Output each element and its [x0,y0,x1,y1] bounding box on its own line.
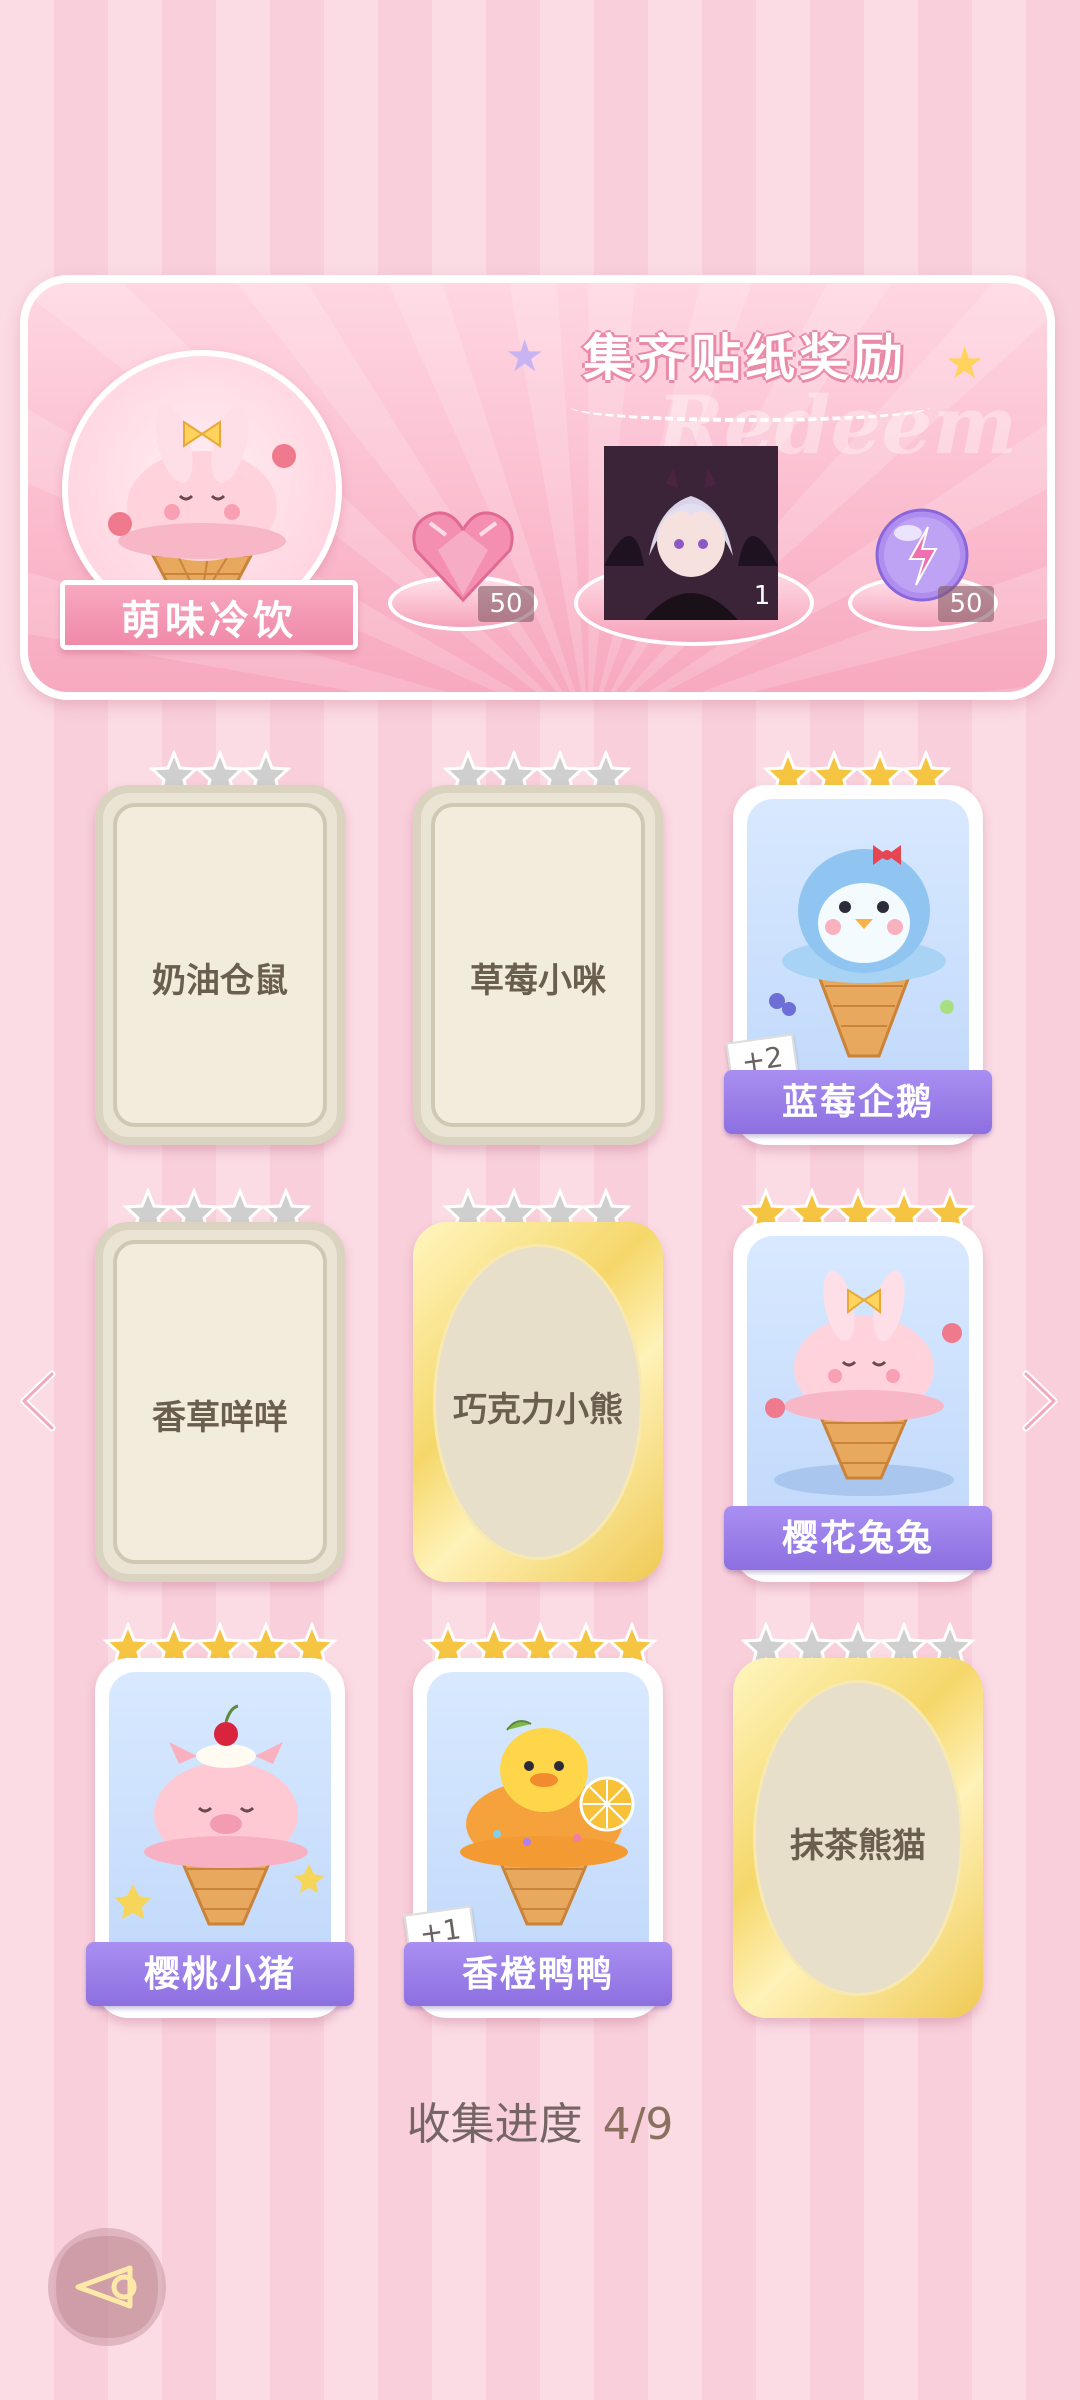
progress-value: 4/9 [602,2099,674,2150]
star-decoration-icon: ★ [945,338,985,389]
reward-count: 1 [753,581,771,611]
reward-count: 50 [478,586,534,622]
star-decoration-icon: ★ [505,331,545,382]
sticker-card-locked[interactable]: 香草咩咩 [95,1222,345,1582]
card-name-ribbon: 樱桃小猪 [86,1942,354,2006]
card-name-ribbon: 香橙鸭鸭 [404,1942,672,2006]
collection-progress: 收集进度 4/9 [0,2088,1080,2152]
chevron-left-icon[interactable] [16,1368,62,1434]
card-name-ribbon: 樱花兔兔 [724,1506,992,1570]
reward-count: 50 [938,586,994,622]
blueberry-penguin-icon [769,845,954,1058]
sticker-card-locked[interactable]: 奶油仓鼠 [95,785,345,1145]
sticker-card-locked[interactable]: 草莓小咪 [413,785,663,1145]
card-name: 抹茶熊猫 [790,1826,926,1866]
banner-title: 集齐贴纸奖励 [583,329,907,387]
card-name: 奶油仓鼠 [152,961,288,1001]
title-underline [570,392,930,422]
pet-name: 萌味冷饮 [121,598,297,644]
card-name: 草莓小咪 [470,961,606,1001]
back-button[interactable] [48,2228,166,2346]
card-name-ribbon: 蓝莓企鹅 [724,1070,992,1134]
orange-duckling-icon [460,1720,635,1926]
progress-label: 收集进度 [406,2099,583,2150]
sticker-card-rare-locked[interactable]: 抹茶熊猫 [733,1658,983,2018]
sticker-card-rare-locked[interactable]: 巧克力小熊 [413,1222,663,1582]
back-arrow-icon [56,2236,158,2338]
chevron-right-icon[interactable] [1016,1368,1062,1434]
card-name: 香草咩咩 [152,1398,288,1438]
cherry-piglet-icon [115,1704,324,1926]
sakura-bunny-icon [765,1270,962,1496]
card-name: 巧克力小熊 [453,1390,623,1430]
